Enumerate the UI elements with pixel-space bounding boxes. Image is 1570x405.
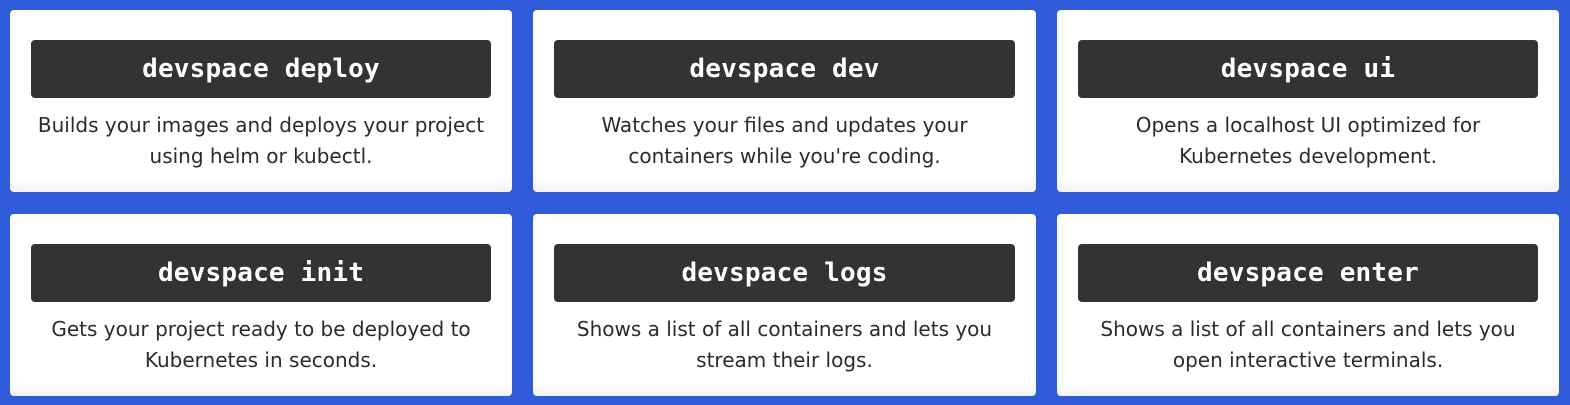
command-label: devspace dev <box>554 40 1015 98</box>
command-description: Shows a list of all containers and lets … <box>576 317 993 372</box>
command-label: devspace enter <box>1078 244 1538 302</box>
command-description: Shows a list of all containers and lets … <box>1100 317 1516 372</box>
command-description: Opens a localhost UI optimized for Kuber… <box>1135 113 1481 168</box>
command-label: devspace init <box>31 244 491 302</box>
command-description: Builds your images and deploys your proj… <box>37 113 485 168</box>
command-card-dev: devspace dev Watches your files and upda… <box>533 10 1036 192</box>
command-description: Watches your files and updates your cont… <box>601 113 968 168</box>
command-card-ui: devspace ui Opens a localhost UI optimiz… <box>1057 10 1559 192</box>
command-card-enter: devspace enter Shows a list of all conta… <box>1057 214 1559 396</box>
command-card-init: devspace init Gets your project ready to… <box>10 214 512 396</box>
command-label: devspace deploy <box>31 40 491 98</box>
command-cards-grid: devspace deploy Builds your images and d… <box>10 10 1559 397</box>
command-card-logs: devspace logs Shows a list of all contai… <box>533 214 1036 396</box>
command-description: Gets your project ready to be deployed t… <box>51 317 471 372</box>
command-label: devspace logs <box>554 244 1015 302</box>
command-card-deploy: devspace deploy Builds your images and d… <box>10 10 512 192</box>
command-label: devspace ui <box>1078 40 1538 98</box>
